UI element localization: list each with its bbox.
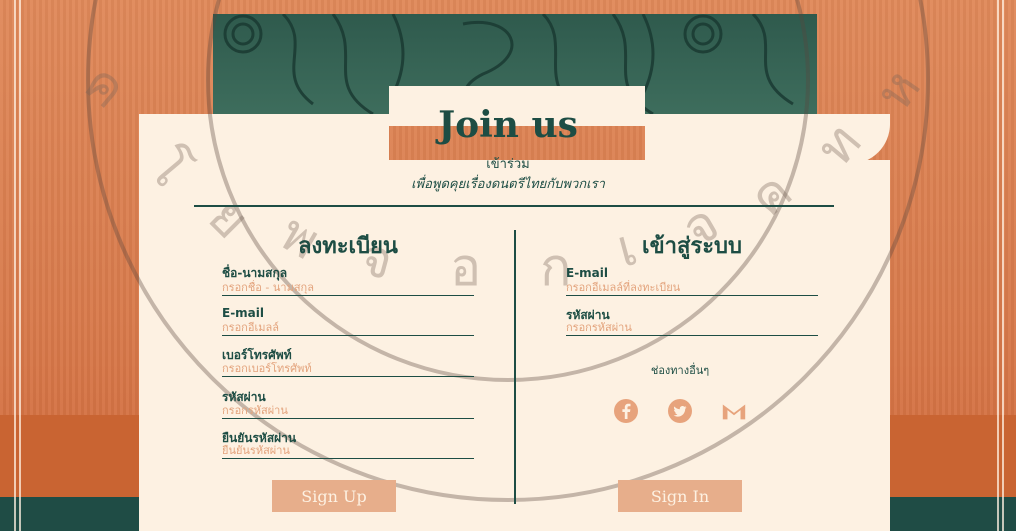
login-title: เข้าสู่ระบบ: [642, 234, 742, 259]
border-line-right: [997, 0, 999, 531]
register-confirm-password-field[interactable]: [222, 443, 474, 459]
login-password-field[interactable]: [566, 320, 818, 336]
sign-up-button[interactable]: Sign Up: [272, 480, 396, 512]
page-title: Join us: [438, 104, 578, 146]
page-tagline: เพื่อพูดคุยเรื่องดนตรีไทยกับพวกเรา: [411, 177, 605, 192]
column-divider: [514, 230, 516, 504]
twitter-icon[interactable]: [666, 397, 694, 425]
register-title: ลงทะเบียน: [298, 234, 398, 259]
other-methods-label: ช่องทางอื่นๆ: [650, 364, 710, 377]
login-email-label: E-mail: [566, 266, 609, 280]
login-email-field[interactable]: [566, 280, 818, 296]
register-phone-field[interactable]: [222, 361, 474, 377]
border-line-right-inner: [1002, 0, 1004, 531]
facebook-icon[interactable]: [612, 397, 640, 425]
border-line-left: [14, 0, 16, 531]
register-name-field[interactable]: [222, 280, 474, 296]
register-password-field[interactable]: [222, 403, 474, 419]
header-divider: [194, 205, 834, 207]
page-subtitle: เข้าร่วม: [486, 157, 530, 172]
border-line-left-inner: [19, 0, 21, 531]
register-email-field[interactable]: [222, 320, 474, 336]
sign-in-button[interactable]: Sign In: [618, 480, 742, 512]
gmail-icon[interactable]: [720, 397, 748, 425]
register-email-label: E-mail: [222, 306, 265, 320]
